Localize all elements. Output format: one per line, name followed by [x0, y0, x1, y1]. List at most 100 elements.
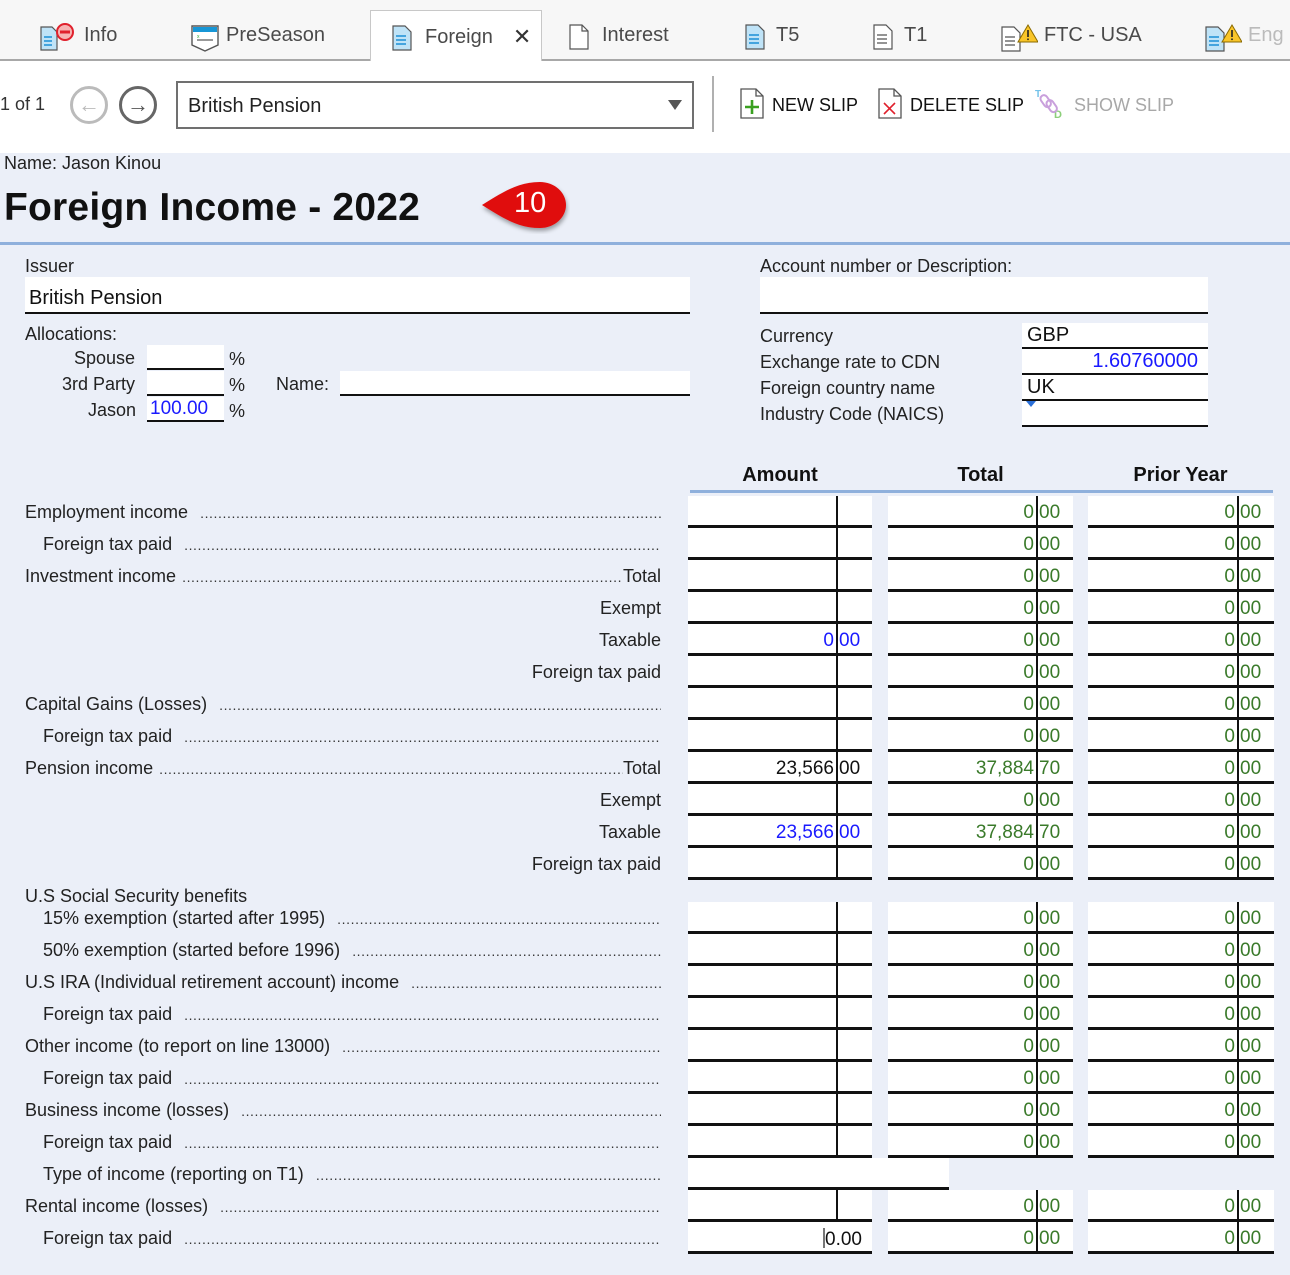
- exchange-rate-field[interactable]: 1.60760000: [1022, 349, 1208, 375]
- tab-ftc-usa[interactable]: FTC - USA: [1000, 10, 1142, 61]
- total-cell[interactable]: 0 00: [888, 1094, 1073, 1126]
- tab-t5[interactable]: T5: [744, 10, 799, 61]
- amount-cell[interactable]: [688, 1094, 872, 1126]
- total-cell[interactable]: 0 00: [888, 656, 1073, 688]
- amount-cell[interactable]: [688, 1190, 872, 1222]
- delete-slip-button[interactable]: DELETE SLIP: [878, 87, 1024, 124]
- tab-eng[interactable]: Eng: [1204, 10, 1284, 61]
- amount-cell[interactable]: [688, 902, 872, 934]
- total-cell[interactable]: 0 00: [888, 998, 1073, 1030]
- amount-cell[interactable]: [688, 1062, 872, 1094]
- amount-cell[interactable]: [688, 784, 872, 816]
- country-field[interactable]: UK: [1022, 375, 1208, 401]
- total-cell[interactable]: 0 00: [888, 1126, 1073, 1158]
- amount-cell[interactable]: [688, 998, 872, 1030]
- new-slip-button[interactable]: NEW SLIP: [740, 87, 858, 124]
- amount-cell[interactable]: [688, 1030, 872, 1062]
- total-cell[interactable]: 0 00: [888, 1062, 1073, 1094]
- prior-cell[interactable]: 0 00: [1088, 1062, 1274, 1094]
- amount-cell[interactable]: 23,566 00: [688, 752, 872, 784]
- account-field[interactable]: [760, 277, 1208, 314]
- prior-cell[interactable]: 0 00: [1088, 784, 1274, 816]
- total-cell[interactable]: 0 00: [888, 1030, 1073, 1062]
- total-cell[interactable]: 0 00: [888, 592, 1073, 624]
- row-label: 50% exemption (started before 1996).....…: [25, 940, 661, 961]
- amount-cell[interactable]: [688, 656, 872, 688]
- prior-cell[interactable]: 0 00: [1088, 848, 1274, 880]
- prior-cell[interactable]: 0 00: [1088, 720, 1274, 752]
- prior-cell[interactable]: 0 00: [1088, 1126, 1274, 1158]
- amount-cell[interactable]: [688, 688, 872, 720]
- total-cell[interactable]: 0 00: [888, 560, 1073, 592]
- total-cell[interactable]: 0 00: [888, 720, 1073, 752]
- total-cell[interactable]: 0 00: [888, 496, 1073, 528]
- prior-cell[interactable]: 0 00: [1088, 998, 1274, 1030]
- total-cell[interactable]: 0 00: [888, 934, 1073, 966]
- tab-foreign[interactable]: Foreign ✕: [370, 10, 542, 63]
- dotted-leader: ........................................…: [184, 1007, 661, 1023]
- total-cell[interactable]: 0 00: [888, 624, 1073, 656]
- spouse-allocation-field[interactable]: [147, 345, 224, 370]
- amount-cell[interactable]: [688, 592, 872, 624]
- prior-cell[interactable]: 0 00: [1088, 496, 1274, 528]
- tab-interest[interactable]: Interest: [568, 10, 669, 61]
- prior-cell[interactable]: 0 00: [1088, 1030, 1274, 1062]
- amount-cell[interactable]: [688, 934, 872, 966]
- amount-cell[interactable]: [688, 1126, 872, 1158]
- prior-cell[interactable]: 0 00: [1088, 592, 1274, 624]
- amount-cell[interactable]: 0 00: [688, 624, 872, 656]
- amount-cell[interactable]: 0.00: [688, 1222, 872, 1254]
- total-cell[interactable]: 0 00: [888, 528, 1073, 560]
- row-label: Capital Gains (Losses)..................…: [25, 694, 661, 715]
- prior-cell[interactable]: 0 00: [1088, 528, 1274, 560]
- third-party-allocation-field[interactable]: [147, 371, 224, 396]
- total-cell[interactable]: 0 00: [888, 1190, 1073, 1222]
- amount-cell[interactable]: [688, 560, 872, 592]
- amount-cell[interactable]: [688, 496, 872, 528]
- amount-cell[interactable]: [688, 528, 872, 560]
- tab-preseason[interactable]: x PreSeason: [190, 10, 325, 61]
- prior-cell[interactable]: 0 00: [1088, 1094, 1274, 1126]
- amount-cell[interactable]: [688, 966, 872, 998]
- prior-cell[interactable]: 0 00: [1088, 816, 1274, 848]
- decimal-divider: [1036, 848, 1038, 880]
- amount-cell[interactable]: [688, 848, 872, 880]
- total-cell[interactable]: 37,884 70: [888, 752, 1073, 784]
- next-slip-button[interactable]: →: [119, 86, 157, 124]
- taxpayer-allocation-field[interactable]: 100.00: [147, 397, 224, 422]
- prior-cell[interactable]: 0 00: [1088, 656, 1274, 688]
- prior-cell[interactable]: 0 00: [1088, 560, 1274, 592]
- total-cell[interactable]: 0 00: [888, 784, 1073, 816]
- total-cell[interactable]: 0 00: [888, 848, 1073, 880]
- third-party-name-field[interactable]: [340, 371, 690, 396]
- prior-cell[interactable]: 0 00: [1088, 624, 1274, 656]
- prior-cell[interactable]: 0 00: [1088, 752, 1274, 784]
- currency-field[interactable]: GBP: [1022, 323, 1208, 349]
- type-of-income-field[interactable]: [688, 1158, 949, 1190]
- show-slip-button[interactable]: TD SHOW SLIP: [1034, 87, 1174, 124]
- prior-cell[interactable]: 0 00: [1088, 934, 1274, 966]
- naics-dropdown[interactable]: [1022, 401, 1208, 427]
- close-tab-icon[interactable]: ✕: [513, 24, 531, 50]
- total-cell[interactable]: 0 00: [888, 688, 1073, 720]
- total-cell[interactable]: 0 00: [888, 902, 1073, 934]
- total-cell[interactable]: 0 00: [888, 1222, 1073, 1254]
- prior-cell[interactable]: 0 00: [1088, 966, 1274, 998]
- tab-info[interactable]: Info: [38, 10, 117, 61]
- row-label-text: Foreign tax paid: [531, 854, 661, 874]
- slip-dropdown[interactable]: British Pension: [176, 81, 694, 129]
- prior-cents: 00: [1240, 758, 1262, 779]
- amount-cell[interactable]: [688, 720, 872, 752]
- tab-t1[interactable]: T1: [872, 10, 927, 61]
- prior-cell[interactable]: 0 00: [1088, 688, 1274, 720]
- prior-cell[interactable]: 0 00: [1088, 1190, 1274, 1222]
- doc-error-icon: [38, 22, 74, 51]
- prior-cell[interactable]: 0 00: [1088, 1222, 1274, 1254]
- previous-slip-button[interactable]: ←: [70, 86, 108, 124]
- total-whole: 0: [1023, 1228, 1034, 1249]
- total-cell[interactable]: 37,884 70: [888, 816, 1073, 848]
- amount-cell[interactable]: 23,566 00: [688, 816, 872, 848]
- prior-cell[interactable]: 0 00: [1088, 902, 1274, 934]
- issuer-field[interactable]: British Pension: [25, 277, 690, 314]
- total-cell[interactable]: 0 00: [888, 966, 1073, 998]
